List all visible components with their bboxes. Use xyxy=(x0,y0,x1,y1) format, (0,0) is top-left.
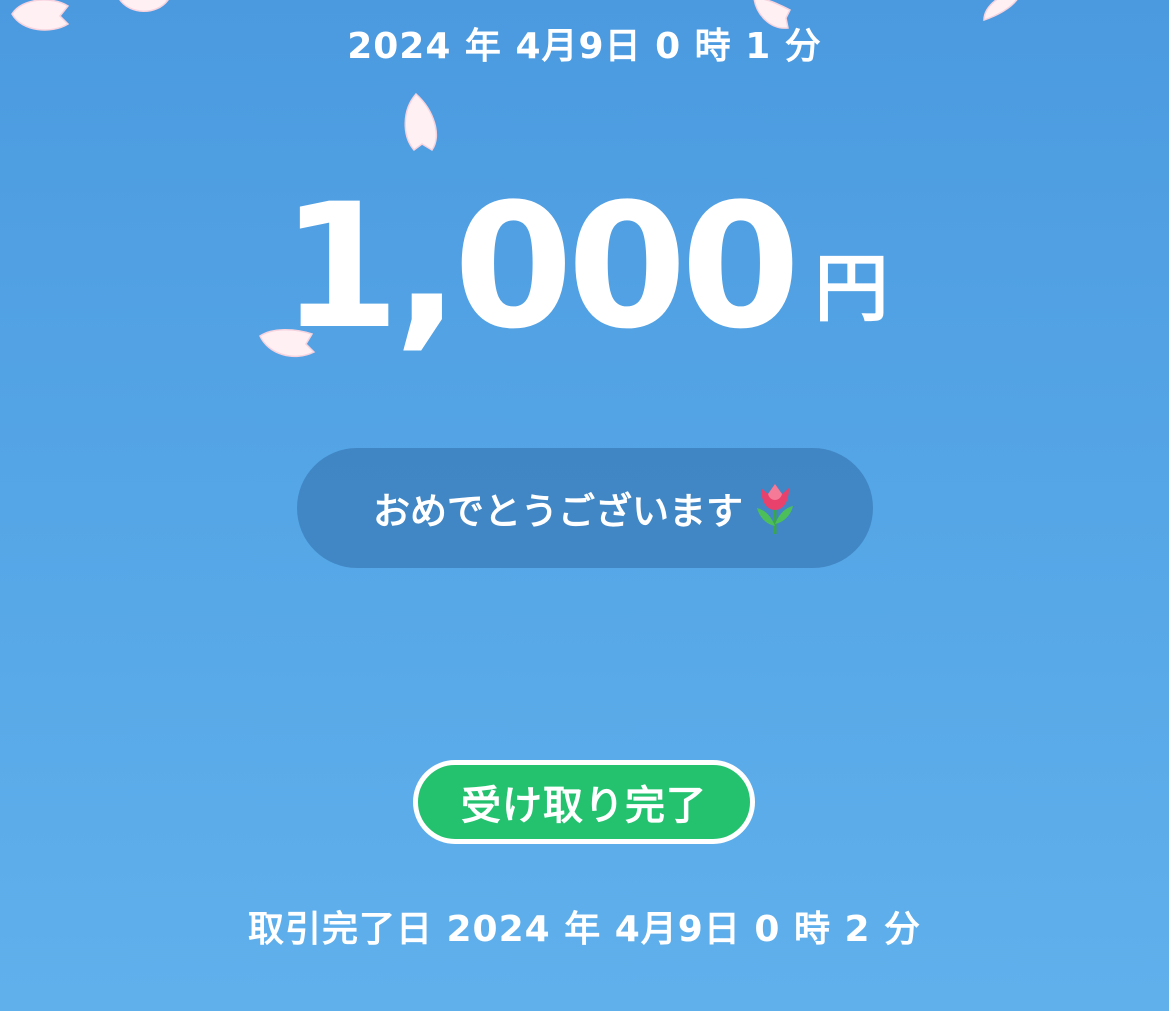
amount-value: 1,000 xyxy=(280,166,800,367)
completed-datetime: 取引完了日 2024 年 4月9日 0 時 2 分 xyxy=(247,909,922,950)
amount-display: 1,000 円 xyxy=(0,166,1169,367)
sent-datetime: 2024 年 4月9日 0 時 1 分 xyxy=(347,26,822,67)
gift-message-text: おめでとうございます xyxy=(373,490,743,533)
currency-unit: 円 xyxy=(814,246,889,332)
tulip-icon xyxy=(757,484,793,534)
status-label: 受け取り完了 xyxy=(461,783,707,829)
gift-message-bubble: おめでとうございます xyxy=(297,448,873,568)
cherry-blossom-petal-icon xyxy=(119,0,169,12)
status-badge: 受け取り完了 xyxy=(413,760,755,844)
cherry-blossom-petal-icon xyxy=(404,92,438,152)
gift-received-screen: 2024 年 4月9日 0 時 1 分 1,000 円 おめでとうございます 受け… xyxy=(0,0,1169,1011)
